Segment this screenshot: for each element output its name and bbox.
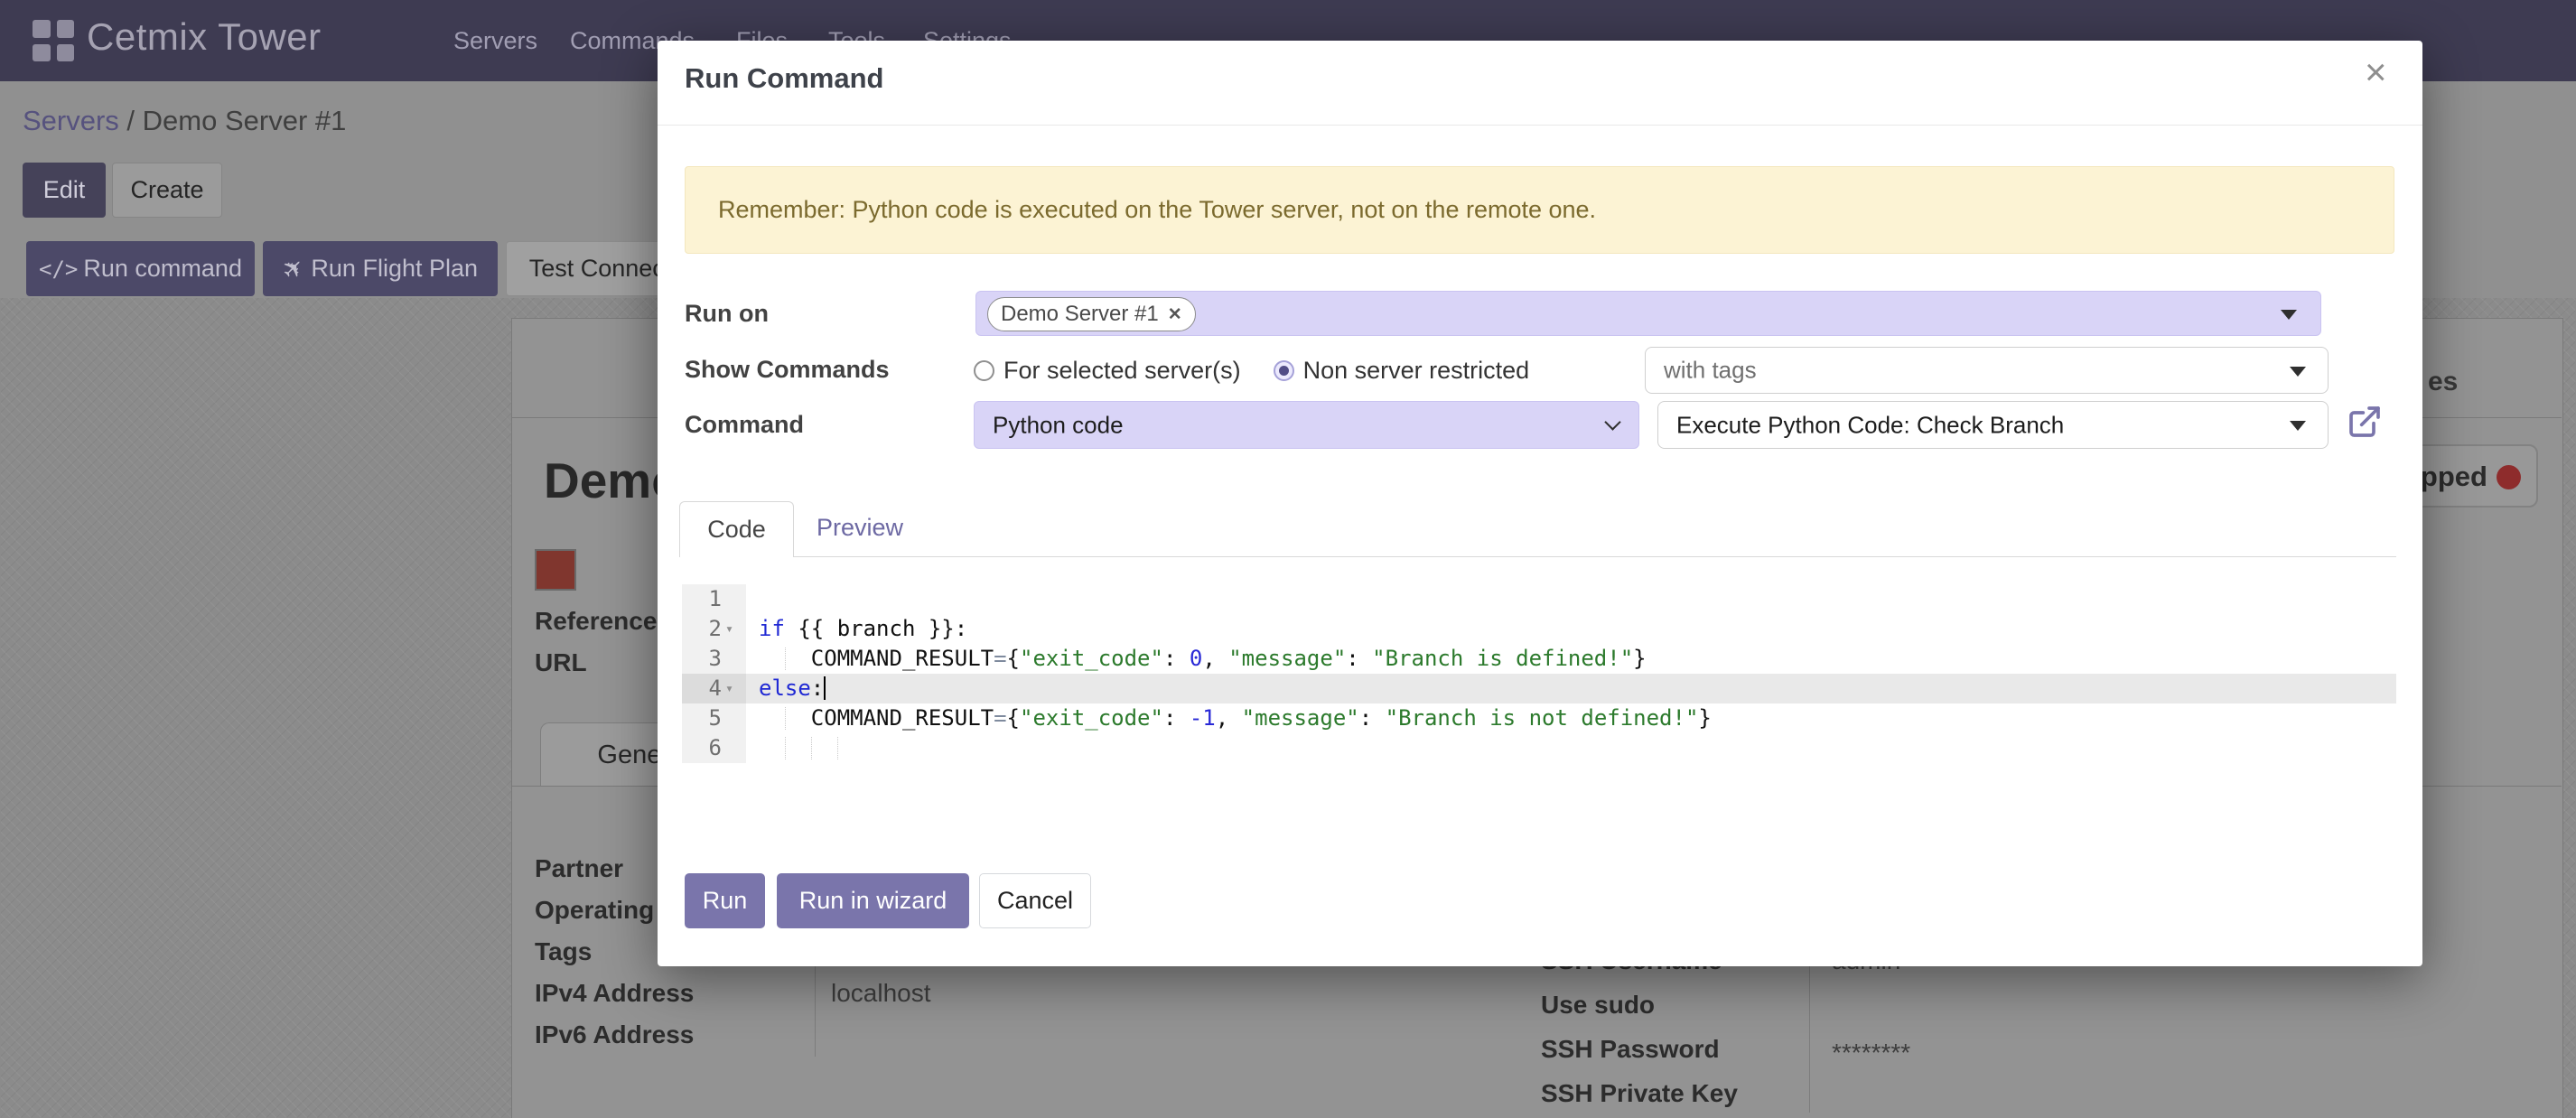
command-select[interactable]: Execute Python Code: Check Branch [1657, 401, 2329, 449]
show-commands-label: Show Commands [685, 356, 890, 384]
field-label: SSH Password [1541, 1035, 1720, 1064]
line-number: 1 [682, 584, 722, 614]
code-slash-icon: </> [39, 256, 78, 282]
active-line-highlight [746, 674, 2396, 703]
field-label: IPv6 Address [535, 1020, 694, 1049]
dropdown-caret-icon [2290, 367, 2306, 377]
field-label: Partner [535, 854, 623, 883]
command-label: Command [685, 411, 804, 439]
modal-title: Run Command [685, 62, 883, 95]
indent-guide [837, 737, 838, 759]
external-link-icon[interactable] [2347, 404, 2383, 444]
breadcrumb-separator: / [119, 105, 143, 136]
run-flight-plan-button[interactable]: ✈ Run Flight Plan [263, 241, 498, 296]
breadcrumb-current: Demo Server #1 [143, 105, 347, 136]
dropdown-caret-icon [2281, 310, 2297, 320]
tab-code[interactable]: Code [679, 501, 794, 557]
field-label: Use sudo [1541, 991, 1655, 1020]
modal-header-divider [658, 125, 2422, 126]
radio-unselected-icon[interactable] [974, 360, 994, 381]
breadcrumb-servers-link[interactable]: Servers [23, 105, 119, 136]
field-label: IPv4 Address [535, 979, 694, 1008]
python-warning-alert: Remember: Python code is executed on the… [685, 166, 2394, 254]
line-number: 3 [682, 644, 722, 674]
fold-caret-icon: ▾ [725, 614, 743, 644]
field-label: SSH Private Key [1541, 1079, 1738, 1108]
field-value: localhost [831, 979, 931, 1008]
run-on-label: Run on [685, 300, 769, 328]
code-editor[interactable]: 12▾if {{ branch }}:3 COMMAND_RESULT={"ex… [682, 584, 2396, 763]
radio-option-1[interactable]: Non server restricted [1274, 357, 1530, 385]
radio-option-0[interactable]: For selected server(s) [974, 357, 1241, 385]
cancel-button[interactable]: Cancel [979, 873, 1091, 928]
status-stopped-dot-icon [2497, 465, 2521, 489]
code-line-5: COMMAND_RESULT={"exit_code": -1, "messag… [759, 703, 1712, 733]
code-line-4: else: [759, 674, 824, 703]
brand-title[interactable]: Cetmix Tower [87, 15, 322, 59]
nav-menu-servers[interactable]: Servers [453, 27, 537, 55]
show-commands-radio-group: For selected server(s) Non server restric… [974, 347, 1529, 394]
code-line-3: COMMAND_RESULT={"exit_code": 0, "message… [759, 644, 1647, 674]
background-tab-fragment[interactable]: es [2428, 367, 2458, 397]
dropdown-caret-icon [2290, 421, 2306, 431]
edit-button[interactable]: Edit [23, 163, 106, 218]
with-tags-select[interactable]: with tags [1645, 347, 2329, 394]
run-command-button[interactable]: </> Run command [26, 241, 255, 296]
fold-caret-icon: ▾ [725, 674, 743, 703]
code-line-2: if {{ branch }}: [759, 614, 967, 644]
chevron-down-icon [1604, 414, 1620, 430]
create-button[interactable]: Create [112, 163, 222, 218]
remove-tag-icon[interactable]: ✕ [1168, 304, 1182, 325]
text-cursor-caret [824, 676, 826, 700]
alert-text: Remember: Python code is executed on the… [718, 196, 1596, 224]
tabs-divider [679, 556, 2396, 557]
field-label: Tags [535, 937, 592, 966]
url-label: URL [535, 648, 587, 677]
indent-guide [811, 737, 812, 759]
run-button[interactable]: Run [685, 873, 765, 928]
radio-selected-icon[interactable] [1274, 360, 1294, 381]
line-number: 6 [682, 733, 722, 763]
close-icon[interactable]: × [2365, 53, 2387, 91]
apps-menu-icon[interactable] [33, 20, 74, 61]
line-number: 4 [682, 674, 722, 703]
tab-preview[interactable]: Preview [817, 514, 903, 542]
line-number: 2 [682, 614, 722, 644]
command-type-select[interactable]: Python code [974, 401, 1639, 449]
server-color-swatch[interactable] [535, 549, 576, 591]
run-on-select[interactable]: Demo Server #1 ✕ [975, 291, 2321, 336]
run-in-wizard-button[interactable]: Run in wizard [777, 873, 969, 928]
reference-label: Reference [535, 607, 657, 636]
indent-guide [785, 737, 786, 759]
field-value: ******** [1832, 1039, 1910, 1067]
plane-icon: ✈ [275, 251, 312, 287]
server-tag[interactable]: Demo Server #1 ✕ [987, 297, 1196, 331]
line-number: 5 [682, 703, 722, 733]
application-window: Cetmix Tower ServersCommandsFilesToolsSe… [0, 0, 2576, 1118]
run-command-modal: Run Command × Remember: Python code is e… [658, 41, 2422, 966]
breadcrumb: Servers / Demo Server #1 [23, 105, 346, 137]
